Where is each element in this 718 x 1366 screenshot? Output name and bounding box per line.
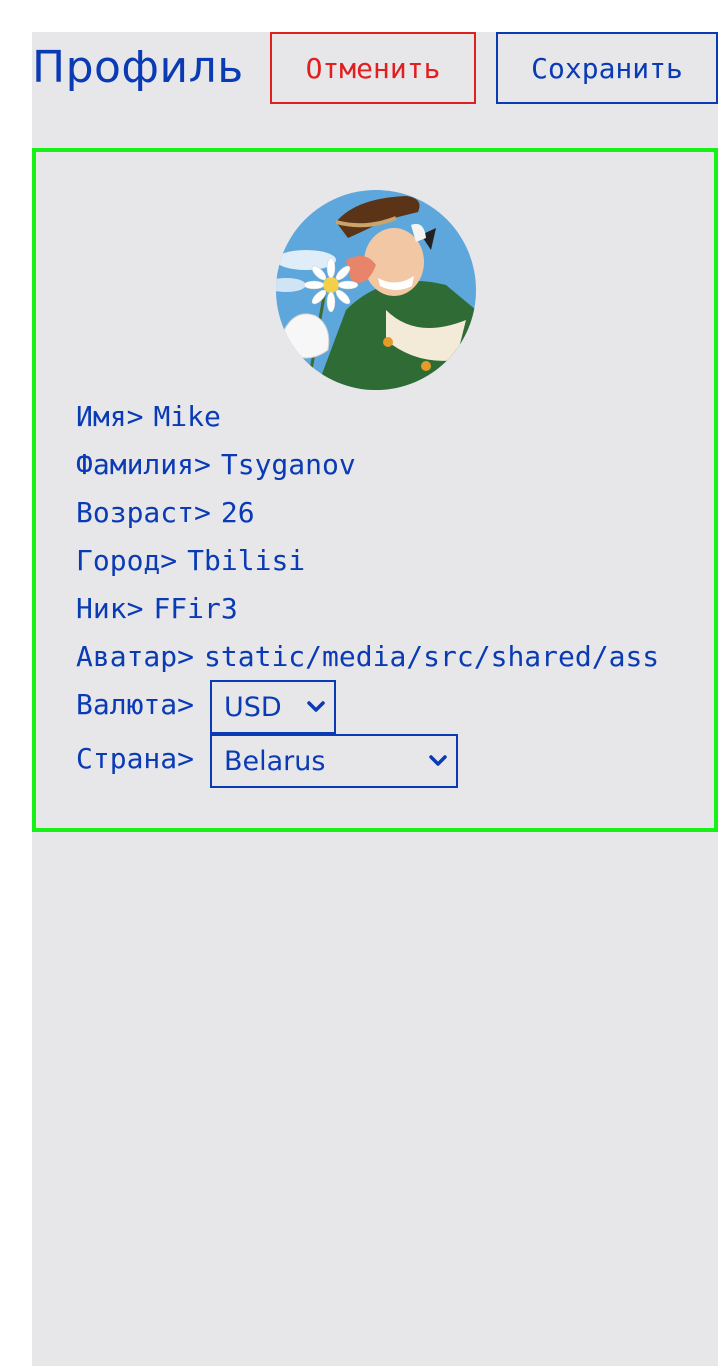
country-select-value: Belarus: [224, 745, 326, 777]
currency-select[interactable]: USD: [210, 680, 336, 734]
avatar-row: Аватар>: [76, 640, 669, 674]
country-label: Страна>: [76, 742, 195, 775]
cancel-button[interactable]: Отменить: [270, 32, 476, 104]
avatar-image: [276, 190, 476, 390]
age-row: Возраст>: [76, 496, 621, 530]
profile-page: Профиль Отменить Сохранить Имя>Mike Фами…: [32, 32, 718, 1366]
last-name-label: Фамилия>: [76, 448, 211, 481]
chevron-down-icon: [307, 701, 325, 712]
save-button[interactable]: Сохранить: [496, 32, 718, 104]
avatar-url-input[interactable]: [204, 640, 669, 674]
avatar: [276, 190, 476, 390]
city-input[interactable]: [187, 544, 588, 578]
chevron-down-icon: [429, 755, 447, 766]
last-name-row: Фамилия>: [76, 448, 621, 482]
currency-select-value: USD: [224, 691, 282, 723]
first-name-input[interactable]: [153, 400, 554, 434]
last-name-input[interactable]: [220, 448, 621, 482]
first-name-row: Имя>: [76, 400, 554, 434]
country-select[interactable]: Belarus: [210, 734, 458, 788]
city-row: Город>: [76, 544, 588, 578]
nickname-label: Ник>: [76, 592, 144, 625]
currency-label: Валюта>: [76, 688, 195, 721]
first-name-label: Имя>: [76, 400, 144, 433]
profile-card: Имя> Фамилия> Возраст> Город> Ник> Авата…: [32, 148, 718, 832]
avatar-label: Аватар>: [76, 640, 195, 673]
nickname-row: Ник>: [76, 592, 554, 626]
age-input[interactable]: [220, 496, 621, 530]
age-label: Возраст>: [76, 496, 211, 529]
page-title: Профиль: [32, 42, 244, 93]
city-label: Город>: [76, 544, 178, 577]
nickname-input[interactable]: [153, 592, 554, 626]
